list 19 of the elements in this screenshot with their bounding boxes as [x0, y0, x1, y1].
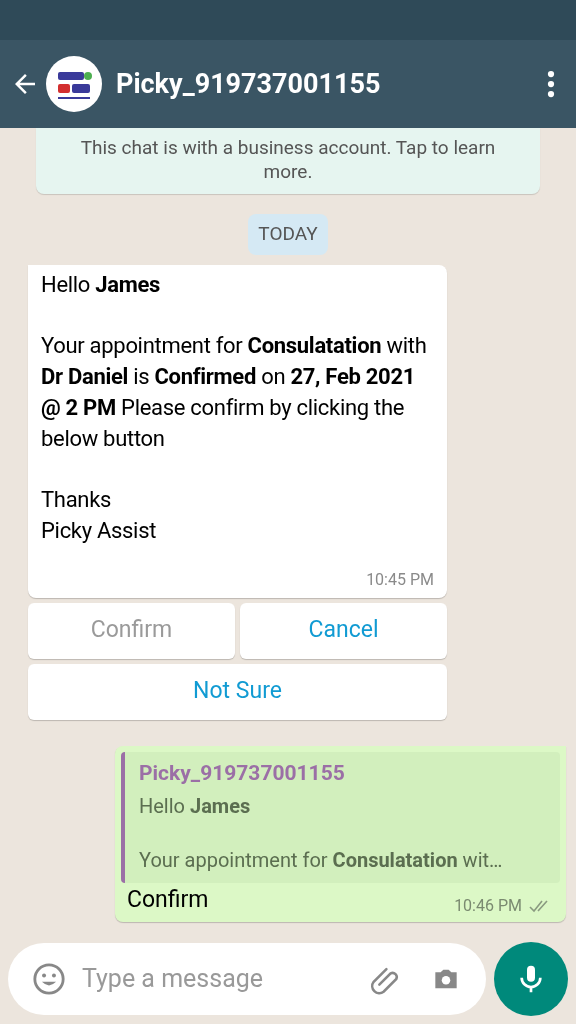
quick-reply-button[interactable]: Not Sure	[28, 663, 447, 720]
more-options-icon[interactable]	[546, 69, 556, 99]
quick-reply-button[interactable]: Cancel	[240, 602, 447, 659]
date-chip: TODAY	[248, 214, 328, 255]
business-notice[interactable]: This chat is with a business account. Tap to learn more.	[36, 128, 540, 194]
message-time: 10:45 PM	[366, 568, 434, 591]
message-text: Thanks Picky Assist	[41, 485, 158, 545]
quoted-text: Your appointment for Consulatation wit…	[139, 847, 504, 874]
message-input[interactable]: Type a message	[82, 960, 352, 998]
emoji-icon[interactable]	[32, 962, 66, 996]
message-text: Your appointment for Consulatation with Dr Daniel is Confirmed on 27, Feb 2021 @ 2 PM Please confirm by clicking the below button	[41, 331, 428, 453]
message-field[interactable]: Type a message	[8, 943, 486, 1015]
message-time: 10:46 PM	[454, 894, 522, 917]
quoted-author: Picky_919737001155	[139, 759, 346, 787]
message-text: Confirm	[127, 885, 209, 915]
chat-title[interactable]: Picky_919737001155	[116, 63, 546, 105]
quoted-text: Hello James	[139, 793, 252, 820]
message-text: Hello James	[41, 270, 162, 299]
quoted-message[interactable]: Picky_919737001155 Hello James Your appointment for Consulatation wit…	[121, 751, 560, 883]
